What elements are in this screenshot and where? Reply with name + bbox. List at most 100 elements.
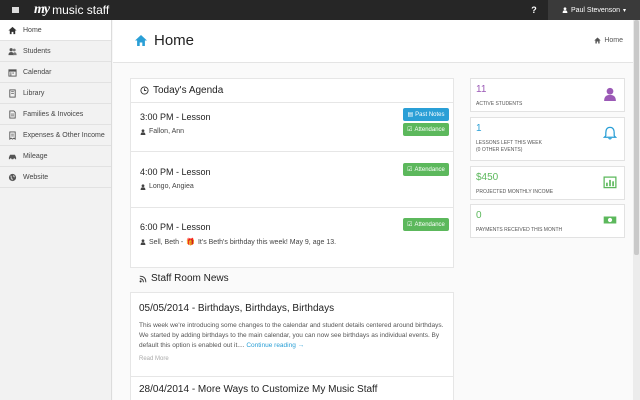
student-name: Longo, Angiea — [149, 183, 194, 190]
sidebar-item-label: Home — [23, 26, 42, 34]
breadcrumb-label: Home — [604, 37, 623, 44]
globe-icon — [7, 172, 17, 182]
stat-projected-income[interactable]: $450 PROJECTED MONTHLY INCOME — [470, 166, 625, 200]
student-name: Sell, Beth - — [149, 238, 184, 246]
logo-text: music staff — [52, 3, 110, 17]
gift-icon: 🎁 — [186, 239, 195, 246]
birthday-note: It's Beth's birthday this week! May 9, a… — [197, 238, 337, 246]
user-icon — [140, 183, 146, 190]
staff-room-news-title: Staff Room News — [139, 273, 229, 284]
caret-down-icon: ▾ — [623, 7, 627, 14]
read-more-link[interactable]: Read More — [139, 356, 169, 362]
sidebar-item-families-invoices[interactable]: Families & Invoices — [0, 104, 111, 125]
user-menu-button[interactable]: Paul Stevenson ▾ — [548, 0, 640, 20]
logo-mark: my — [34, 2, 50, 17]
continue-reading-link[interactable]: Continue reading → — [246, 342, 304, 349]
stat-label: LESSONS LEFT THIS WEEK (0 OTHER EVENTS) — [476, 140, 542, 153]
stat-value: 1 — [476, 123, 482, 134]
breadcrumb[interactable]: Home — [594, 37, 623, 44]
sidebar: Home Students Calendar Library Families … — [0, 20, 112, 400]
book-icon — [7, 88, 17, 98]
attendance-button[interactable]: ☑ Attendance — [403, 163, 449, 176]
page-scrollbar[interactable] — [633, 20, 640, 400]
app-logo[interactable]: my music staff — [34, 2, 109, 18]
check-icon: ☑ — [407, 222, 413, 228]
sidebar-item-expenses-income[interactable]: Expenses & Other Income — [0, 125, 111, 146]
scrollbar-thumb[interactable] — [634, 20, 639, 255]
top-navbar: my music staff ? Paul Stevenson ▾ — [0, 0, 640, 20]
stat-value: 0 — [476, 210, 482, 221]
attendance-button[interactable]: ☑ Attendance — [403, 123, 449, 136]
home-icon — [135, 35, 147, 46]
user-icon — [140, 128, 146, 135]
student-name: Fallon, Ann — [149, 128, 185, 135]
attendance-button[interactable]: ☑ Attendance — [403, 218, 449, 231]
stat-label: PROJECTED MONTHLY INCOME — [476, 189, 554, 195]
lesson-time: 3:00 PM - Lesson — [140, 112, 211, 122]
clock-icon — [140, 86, 149, 95]
lesson-item: 4:00 PM - Lesson Longo, Angiea — [140, 167, 445, 190]
main-content: Home Home Today's Agenda 3:00 PM - Lesso… — [113, 20, 633, 400]
sidebar-item-library[interactable]: Library — [0, 83, 111, 104]
user-icon — [603, 87, 617, 101]
news-item-title[interactable]: 28/04/2014 - More Ways to Customize My M… — [139, 384, 377, 395]
divider — [131, 102, 453, 103]
sidebar-item-calendar[interactable]: Calendar — [0, 62, 111, 83]
sidebar-item-label: Website — [23, 173, 49, 181]
menu-toggle-button[interactable] — [0, 0, 30, 20]
user-icon — [140, 239, 146, 245]
lesson-time: 6:00 PM - Lesson — [140, 222, 211, 232]
agenda-title-text: Today's Agenda — [153, 85, 224, 96]
sidebar-item-label: Expenses & Other Income — [23, 131, 105, 139]
divider — [131, 376, 453, 377]
car-icon — [7, 151, 17, 161]
rss-icon — [139, 275, 147, 282]
todays-agenda-panel: Today's Agenda 3:00 PM - Lesson Fallon, … — [130, 78, 454, 268]
user-name: Paul Stevenson — [570, 6, 621, 14]
page-title: Home — [134, 32, 194, 49]
sidebar-item-label: Mileage — [23, 152, 48, 160]
home-icon — [7, 25, 17, 35]
sidebar-item-label: Families & Invoices — [23, 110, 84, 118]
sidebar-item-students[interactable]: Students — [0, 41, 111, 62]
sidebar-item-mileage[interactable]: Mileage — [0, 146, 111, 167]
check-icon: ☑ — [407, 127, 413, 133]
lesson-item: 3:00 PM - Lesson Fallon, Ann — [140, 112, 445, 135]
stat-value: $450 — [476, 172, 499, 183]
lesson-student[interactable]: Longo, Angiea — [140, 183, 445, 190]
sidebar-item-label: Library — [23, 89, 45, 97]
page-header: Home Home — [113, 20, 633, 63]
stat-value: 11 — [476, 84, 487, 95]
news-item-title[interactable]: 05/05/2014 - Birthdays, Birthdays, Birth… — [139, 303, 334, 314]
money-icon — [603, 213, 617, 227]
lesson-time: 4:00 PM - Lesson — [140, 167, 211, 177]
sidebar-item-website[interactable]: Website — [0, 167, 111, 188]
stat-label: PAYMENTS RECEIVED THIS MONTH — [476, 227, 563, 233]
stat-sublabel: (0 OTHER EVENTS) — [476, 147, 523, 153]
lesson-student[interactable]: Sell, Beth - 🎁 It's Beth's birthday this… — [140, 238, 445, 246]
receipt-icon — [7, 130, 17, 140]
past-notes-button[interactable]: ▤ Past Notes — [403, 108, 449, 121]
page-title-text: Home — [154, 32, 195, 49]
sidebar-item-home[interactable]: Home — [0, 20, 111, 41]
news-item-body: This week we're introducing some changes… — [139, 322, 444, 349]
bell-icon — [603, 126, 617, 140]
stat-label: ACTIVE STUDENTS — [476, 101, 523, 107]
notes-icon: ▤ — [407, 112, 414, 118]
stat-lessons-left[interactable]: 1 LESSONS LEFT THIS WEEK (0 OTHER EVENTS) — [470, 117, 625, 161]
news-title-text: Staff Room News — [151, 273, 229, 284]
bar-chart-icon — [603, 175, 617, 189]
stat-active-students[interactable]: 11 ACTIVE STUDENTS — [470, 78, 625, 112]
news-panel: 05/05/2014 - Birthdays, Birthdays, Birth… — [130, 292, 454, 400]
sidebar-item-label: Students — [23, 47, 51, 55]
document-icon — [7, 109, 17, 119]
home-icon — [594, 37, 602, 44]
stat-payments-received[interactable]: 0 PAYMENTS RECEIVED THIS MONTH — [470, 204, 625, 238]
check-icon: ☑ — [407, 167, 413, 173]
menu-icon — [11, 7, 19, 13]
lesson-student[interactable]: Fallon, Ann — [140, 128, 445, 135]
agenda-title: Today's Agenda — [140, 85, 223, 96]
divider — [131, 151, 453, 152]
question-icon[interactable]: ? — [522, 0, 546, 20]
users-icon — [7, 46, 17, 56]
